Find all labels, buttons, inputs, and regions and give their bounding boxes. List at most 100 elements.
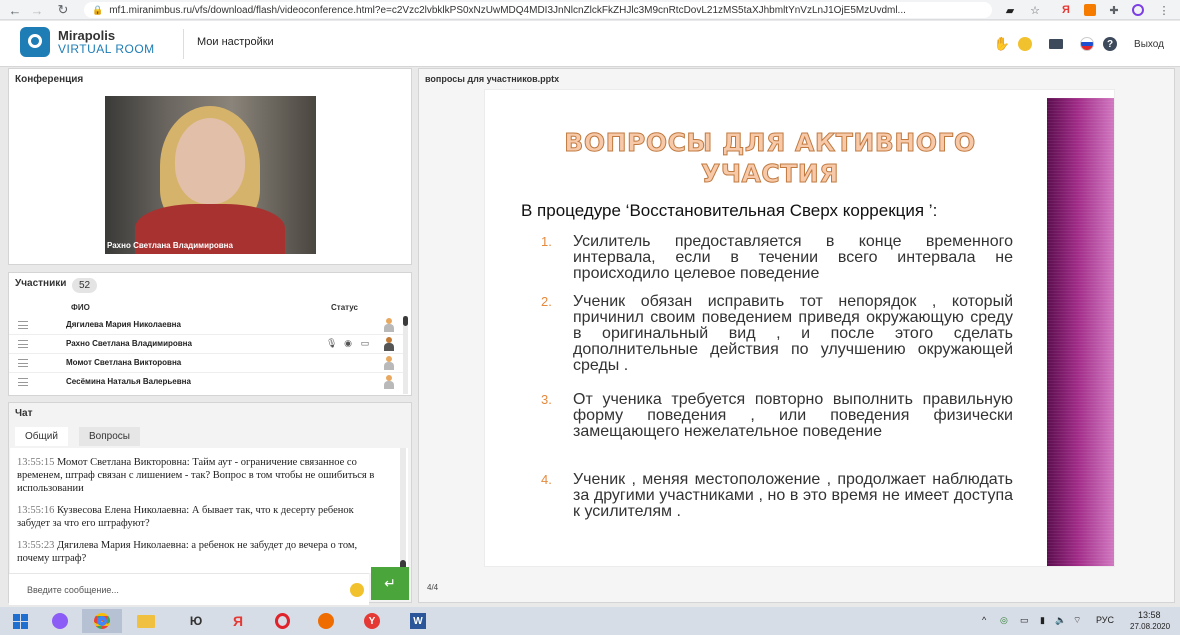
camera-icon[interactable]: ▰: [1002, 2, 1018, 18]
message-input[interactable]: Введите сообщение...: [27, 585, 119, 595]
participant-role-icon: [383, 356, 394, 370]
list-text: Ученик обязан исправить тот непорядок , …: [573, 293, 1013, 374]
participant-row[interactable]: Момот Светлана Викторовна: [9, 354, 404, 373]
microphone-icon[interactable]: 🎙: [326, 338, 337, 350]
file-explorer-icon[interactable]: [126, 609, 166, 633]
clock-time[interactable]: 13:58: [1138, 610, 1161, 620]
lock-icon: 🔒: [92, 4, 104, 15]
yandex-browser-icon[interactable]: Я: [218, 609, 258, 633]
tray-volume-icon[interactable]: 🔈: [1055, 615, 1066, 626]
slide-decoration: [1047, 98, 1114, 566]
participant-row[interactable]: Рахно Светлана Владимировна 🎙 ◉ ▭: [9, 335, 404, 354]
slide-page-indicator: 4/4: [427, 583, 439, 592]
folder-icon[interactable]: [1047, 35, 1065, 53]
star-icon[interactable]: ☆: [1027, 2, 1043, 18]
menu-kebab-icon[interactable]: ⋮: [1156, 2, 1172, 18]
video-feed[interactable]: [105, 96, 316, 254]
tab-questions[interactable]: Вопросы: [79, 427, 140, 446]
drag-handle-icon[interactable]: [18, 321, 28, 329]
logo-line2: VIRTUAL ROOM: [58, 41, 155, 56]
conference-title: Конференция: [15, 74, 84, 85]
raise-hand-icon[interactable]: ✋: [993, 35, 1011, 53]
message-text: Дягилева Мария Николаевна: а ребенок не …: [17, 540, 358, 564]
chat-input-bar: Введите сообщение...: [9, 573, 369, 605]
alice-assistant-icon[interactable]: [40, 609, 80, 633]
media-player-icon[interactable]: [306, 609, 346, 633]
help-icon[interactable]: ?: [1101, 35, 1119, 53]
slide-title-line1: ВОПРОСЫ ДЛЯ АКТИВНОГО: [564, 128, 976, 158]
video-face: [175, 118, 245, 204]
presentation-panel: вопросы для участников.pptx ВОПРОСЫ ДЛЯ …: [418, 68, 1175, 603]
slide: ВОПРОСЫ ДЛЯ АКТИВНОГО УЧАСТИЯ В процедур…: [484, 89, 1115, 567]
tray-wifi-icon[interactable]: ⌔: [1073, 615, 1081, 626]
participant-row[interactable]: Сесёмина Наталья Валерьевна: [9, 373, 404, 392]
keyboard-language[interactable]: РУС: [1096, 615, 1114, 625]
yandex-icon[interactable]: Я: [1058, 2, 1074, 18]
video-speaker-name: Рахно Светлана Владимировна: [107, 241, 233, 250]
logo-icon: [20, 27, 50, 57]
chat-panel: Чат Общий Вопросы 13:55:15 Момот Светлан…: [8, 402, 412, 605]
screen-share-icon[interactable]: ▭: [360, 338, 370, 350]
chat-messages: 13:55:15 Момот Светлана Викторовна: Тайм…: [10, 448, 408, 573]
list-number: 4.: [541, 472, 552, 487]
chrome-taskbar-icon[interactable]: [82, 609, 122, 633]
participant-role-icon: [383, 318, 394, 332]
chat-message: 13:55:23 Дягилева Мария Николаевна: а ре…: [17, 539, 387, 565]
browser-toolbar: ← → ↻ 🔒 mf1.miranimbus.ru/vfs/download/f…: [0, 0, 1180, 20]
tray-network-icon[interactable]: ◎: [1000, 615, 1008, 626]
extension-orange-icon[interactable]: [1082, 2, 1098, 18]
url-text: mf1.miranimbus.ru/vfs/download/flash/vid…: [109, 4, 906, 16]
webcam-icon[interactable]: ◉: [343, 338, 353, 350]
send-button[interactable]: ↵: [371, 567, 409, 600]
chat-scrollbar[interactable]: [400, 448, 406, 570]
tray-battery-icon[interactable]: ▮: [1040, 615, 1045, 626]
reload-icon[interactable]: ↻: [52, 0, 74, 20]
opera-icon[interactable]: [262, 609, 302, 633]
drag-handle-icon[interactable]: [18, 340, 28, 348]
profile-icon[interactable]: [1130, 2, 1146, 18]
list-number: 1.: [541, 234, 552, 249]
forward-icon[interactable]: →: [26, 0, 48, 20]
participants-scrollbar[interactable]: [403, 316, 408, 394]
participant-row[interactable]: Дягилева Мария Николаевна: [9, 316, 404, 335]
participants-count-badge: 52: [72, 278, 98, 293]
exit-button[interactable]: Выход: [1125, 34, 1173, 54]
message-text: Момот Светлана Викторовна: Тайм аут - ог…: [17, 457, 375, 494]
emoji-picker-icon[interactable]: [350, 583, 364, 597]
clock-date[interactable]: 27.08.2020: [1130, 622, 1170, 631]
word-icon[interactable]: W: [398, 609, 438, 633]
tray-chevron-icon[interactable]: ^: [982, 615, 986, 625]
windows-start-icon[interactable]: [0, 609, 40, 633]
participant-name: Дягилева Мария Николаевна: [66, 320, 181, 329]
participant-name: Рахно Светлана Владимировна: [66, 339, 192, 348]
column-status-header: Статус: [331, 303, 358, 312]
participant-name: Сесёмина Наталья Валерьевна: [66, 377, 191, 386]
chat-message: 13:55:16 Кузвесова Елена Николаевна: А б…: [17, 504, 387, 530]
chat-title: Чат: [15, 408, 33, 419]
participant-role-icon: [383, 375, 394, 389]
tab-general[interactable]: Общий: [15, 427, 68, 446]
puzzle-icon[interactable]: ✚: [1106, 2, 1122, 18]
participants-scroll-thumb[interactable]: [403, 316, 408, 326]
drag-handle-icon[interactable]: [18, 378, 28, 386]
list-text: От ученика требуется повторно выполнить …: [573, 391, 1013, 440]
yandex-app-icon[interactable]: Y: [352, 609, 392, 633]
logo-line1: Mirapolis: [58, 27, 116, 43]
message-time: 13:55:15: [17, 457, 55, 468]
slide-title-line2: УЧАСТИЯ: [701, 159, 839, 189]
list-text: Ученик , меняя местоположение , продолжа…: [573, 471, 1013, 520]
chat-message: 13:55:15 Момот Светлана Викторовна: Тайм…: [17, 456, 387, 495]
participant-name: Момот Светлана Викторовна: [66, 358, 182, 367]
drag-handle-icon[interactable]: [18, 359, 28, 367]
my-settings-link[interactable]: Мои настройки: [197, 36, 274, 48]
send-icon: ↵: [384, 575, 396, 591]
tray-monitor-icon[interactable]: ▭: [1020, 615, 1029, 626]
language-flag-icon[interactable]: [1078, 35, 1096, 53]
back-icon[interactable]: ←: [4, 0, 26, 20]
participants-title: Участники: [15, 278, 67, 289]
header-divider: [183, 29, 184, 59]
message-time: 13:55:23: [17, 540, 55, 551]
app-yu-icon[interactable]: Ю: [176, 609, 216, 633]
emoji-icon[interactable]: [1016, 35, 1034, 53]
address-bar[interactable]: 🔒 mf1.miranimbus.ru/vfs/download/flash/v…: [84, 2, 992, 18]
